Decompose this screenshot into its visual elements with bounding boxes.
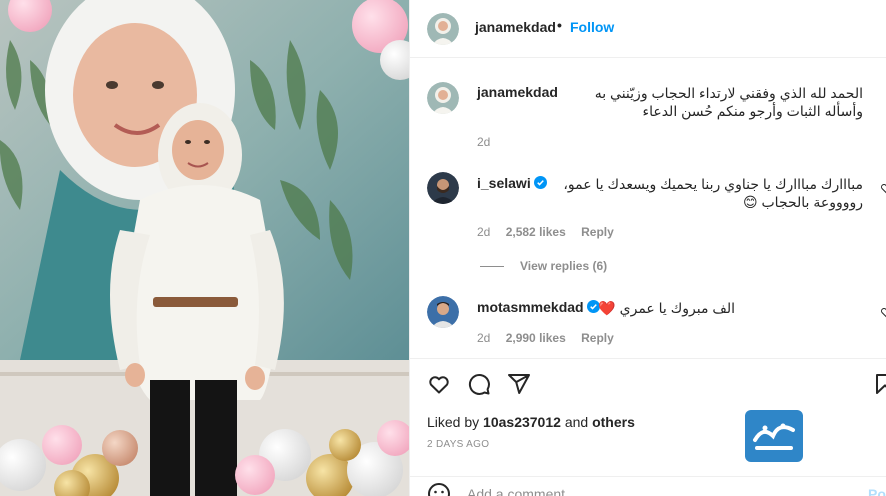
post-photo[interactable] bbox=[0, 0, 409, 496]
emoji-icon[interactable] bbox=[427, 482, 451, 496]
header-separator: • bbox=[557, 17, 562, 33]
replies-divider bbox=[480, 266, 504, 268]
author-avatar[interactable] bbox=[427, 13, 459, 45]
comment-like-icon[interactable] bbox=[880, 182, 886, 194]
post-actions: Liked by 10as237012 and others 2 DAYS AG… bbox=[410, 358, 886, 476]
comment-username[interactable]: motasmmekdad bbox=[477, 299, 600, 315]
reply-button[interactable]: Reply bbox=[581, 331, 614, 345]
post-header: janamekdad • Follow bbox=[410, 0, 886, 58]
caption-timestamp[interactable]: 2d bbox=[477, 135, 490, 149]
comment-likes[interactable]: 2,990 likes bbox=[506, 331, 566, 345]
comment-timestamp[interactable]: 2d bbox=[477, 331, 490, 345]
post-image bbox=[0, 0, 409, 496]
add-comment-input[interactable]: Add a comment... bbox=[467, 486, 577, 496]
reply-button[interactable]: Reply bbox=[581, 225, 614, 239]
comment-timestamp[interactable]: 2d bbox=[477, 225, 490, 239]
comment-avatar[interactable] bbox=[427, 172, 459, 204]
watermark-logo bbox=[745, 410, 803, 462]
liked-by-others[interactable]: others bbox=[592, 414, 635, 430]
caption-avatar[interactable] bbox=[427, 82, 459, 114]
comment-username-text: motasmmekdad bbox=[477, 299, 584, 315]
share-icon[interactable] bbox=[507, 372, 531, 396]
view-replies-label: View replies (6) bbox=[520, 259, 608, 273]
author-username[interactable]: janamekdad bbox=[475, 19, 556, 35]
liked-by-and: and bbox=[564, 414, 589, 430]
view-replies-button[interactable]: View replies (6) bbox=[480, 259, 607, 273]
comment-meta: 2d 2,990 likes Reply bbox=[477, 331, 626, 345]
add-comment-row: Add a comment... Post bbox=[410, 476, 886, 496]
liked-by-prefix: Liked by bbox=[427, 414, 480, 430]
follow-button[interactable]: Follow bbox=[570, 19, 614, 35]
caption-text: الحمد لله الذي وفقني لارتداء الحجاب وزيّ… bbox=[594, 85, 863, 119]
comment-likes[interactable]: 2,582 likes bbox=[506, 225, 566, 239]
save-icon[interactable] bbox=[873, 372, 886, 396]
like-icon[interactable] bbox=[427, 372, 451, 396]
comment-meta: 2d 2,582 likes Reply bbox=[477, 225, 626, 239]
comment-text: الف مبروك يا عمري ❤️ bbox=[598, 300, 735, 316]
comment-like-icon[interactable] bbox=[880, 306, 886, 318]
comment-avatar[interactable] bbox=[427, 296, 459, 328]
post-comment-button[interactable]: Post bbox=[868, 486, 886, 496]
comment-text: مبااارك مبااارك يا جناوي ربنا يحميك ويسع… bbox=[563, 176, 863, 210]
liked-by-user[interactable]: 10as237012 bbox=[483, 414, 561, 430]
post-date[interactable]: 2 DAYS AGO bbox=[427, 439, 489, 450]
post-panel: janamekdad • Follow janamekdad الحمد لله… bbox=[409, 0, 886, 496]
comment-icon[interactable] bbox=[467, 372, 491, 396]
liked-by: Liked by 10as237012 and others bbox=[427, 414, 635, 430]
